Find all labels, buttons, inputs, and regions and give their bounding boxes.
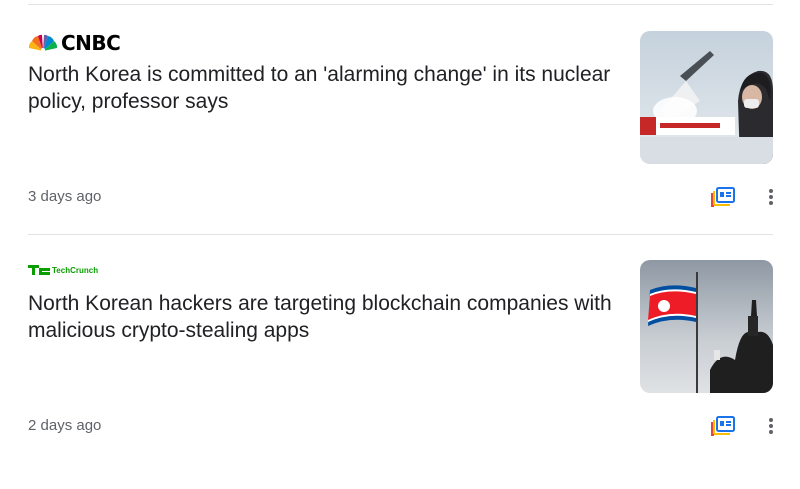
article-card[interactable]: CNBC North Korea is committed to an 'ala… bbox=[0, 31, 800, 260]
article-card[interactable]: TechCrunch North Korean hackers are targ… bbox=[0, 260, 800, 489]
source-name: TechCrunch bbox=[52, 265, 99, 275]
full-coverage-button[interactable] bbox=[710, 413, 736, 439]
article-headline[interactable]: North Korean hackers are targeting block… bbox=[28, 290, 618, 344]
more-options-button[interactable] bbox=[760, 184, 782, 210]
top-divider bbox=[28, 4, 773, 5]
full-coverage-icon bbox=[711, 187, 735, 207]
techcrunch-logo-icon bbox=[28, 265, 50, 275]
source-logo[interactable]: TechCrunch bbox=[28, 265, 98, 275]
more-vert-icon bbox=[769, 418, 773, 434]
source-name: CNBC bbox=[61, 31, 121, 55]
article-thumbnail[interactable] bbox=[640, 31, 773, 164]
article-timestamp: 2 days ago bbox=[28, 417, 102, 434]
cnbc-peacock-icon bbox=[28, 34, 58, 52]
article-divider bbox=[28, 234, 773, 235]
source-logo[interactable]: CNBC bbox=[28, 31, 121, 55]
missile-launch-news-broadcast-image bbox=[640, 31, 773, 164]
more-options-button[interactable] bbox=[760, 413, 782, 439]
full-coverage-icon bbox=[711, 416, 735, 436]
more-vert-icon bbox=[769, 189, 773, 205]
article-thumbnail[interactable] bbox=[640, 260, 773, 393]
article-headline[interactable]: North Korea is committed to an 'alarming… bbox=[28, 61, 618, 115]
north-korean-flag-photo-image bbox=[640, 260, 773, 393]
full-coverage-button[interactable] bbox=[710, 184, 736, 210]
article-timestamp: 3 days ago bbox=[28, 188, 102, 205]
